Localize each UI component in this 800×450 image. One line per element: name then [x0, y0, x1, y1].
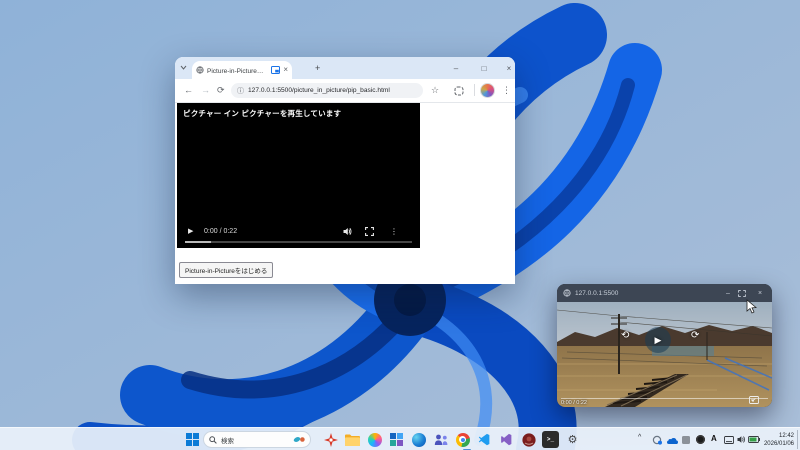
tab-search-chevron-icon[interactable]	[180, 65, 187, 70]
search-icon	[209, 436, 217, 444]
start-pip-button[interactable]: Picture-in-Pictureをはじめる	[179, 262, 273, 278]
clock-date: 2026/01/06	[764, 440, 794, 448]
recorder-tray-icon[interactable]	[696, 435, 705, 444]
mouse-cursor	[746, 299, 757, 314]
chrome-icon[interactable]	[454, 431, 471, 448]
visual-studio-icon[interactable]	[498, 431, 515, 448]
app-square-tray-icon[interactable]	[682, 436, 690, 444]
reload-button[interactable]: ⟳	[217, 86, 225, 95]
volume-tray-icon[interactable]	[737, 435, 746, 444]
pip-play-icon: ▶	[655, 336, 662, 345]
search-highlight-icon	[293, 435, 305, 444]
pip-window[interactable]: 127.0.0.1:5500 – ×	[557, 284, 772, 407]
pip-indicator-icon	[271, 66, 280, 74]
desktop: Picture-in-Picture（基本） × + – □ × ← → ⟳ ⓘ…	[0, 0, 800, 450]
photos-mosaic-icon[interactable]	[388, 431, 405, 448]
start-button[interactable]	[184, 431, 201, 448]
copilot-icon[interactable]	[366, 431, 383, 448]
video-overlay-text: ピクチャー イン ピクチャーを再生しています	[183, 108, 341, 119]
video-more-icon[interactable]: ⋮	[390, 228, 398, 236]
window-minimize-button[interactable]: –	[449, 61, 463, 75]
tab-title: Picture-in-Picture（基本）	[207, 65, 268, 75]
edge-icon[interactable]	[410, 431, 427, 448]
rad-studio-icon[interactable]	[520, 431, 537, 448]
bookmark-star-icon[interactable]: ☆	[431, 86, 439, 95]
update-tray-icon[interactable]	[652, 435, 662, 445]
search-label: 検索	[221, 435, 289, 445]
taskbar-search-box[interactable]: 検索	[203, 431, 311, 448]
forward-button: →	[201, 86, 210, 95]
file-explorer-icon[interactable]	[344, 431, 361, 448]
toolbar-divider	[474, 84, 475, 96]
taskbar: 検索	[0, 427, 800, 450]
pip-time: 0:00 / 0:22	[561, 400, 587, 406]
ime-indicator[interactable]: A	[711, 434, 717, 443]
taskbar-clock[interactable]: 12:42 2026/01/06	[764, 432, 794, 448]
pip-play-button[interactable]: ▶	[645, 327, 671, 353]
settings-gear-icon[interactable]: ⚙	[564, 431, 581, 448]
tab-favicon-globe-icon	[196, 66, 204, 74]
pip-expand-icon[interactable]	[738, 290, 750, 297]
tab-strip: Picture-in-Picture（基本） × + – □ ×	[175, 57, 515, 79]
pip-progress-bar[interactable]	[561, 398, 768, 399]
video-buffered-segment	[185, 241, 211, 243]
pip-back-to-tab-icon[interactable]	[749, 396, 759, 404]
vscode-icon[interactable]	[476, 431, 493, 448]
pip-titlebar[interactable]: 127.0.0.1:5500 – ×	[557, 284, 772, 302]
tray-expand-chevron[interactable]: ^	[638, 434, 641, 441]
video-player[interactable]: ピクチャー イン ピクチャーを再生しています ▶ 0:00 / 0:22 ⋮	[177, 103, 420, 248]
active-tab[interactable]: Picture-in-Picture（基本） ×	[192, 61, 292, 79]
pip-title: 127.0.0.1:5500	[575, 290, 718, 297]
touch-keyboard-icon[interactable]	[724, 436, 734, 444]
onedrive-icon[interactable]	[666, 436, 678, 444]
video-play-icon[interactable]: ▶	[188, 228, 193, 235]
browser-menu-icon[interactable]: ⋮	[502, 86, 511, 95]
video-time: 0:00 / 0:22	[204, 228, 237, 235]
window-close-button[interactable]: ×	[502, 61, 516, 75]
pinwheel-app-icon[interactable]	[322, 431, 339, 448]
site-info-icon[interactable]: ⓘ	[237, 86, 244, 96]
teams-icon[interactable]	[432, 431, 449, 448]
back-button[interactable]: ←	[184, 86, 193, 95]
pip-globe-icon	[563, 289, 571, 297]
battery-icon[interactable]	[748, 436, 760, 443]
pip-video-frame[interactable]	[557, 302, 772, 407]
pip-minimize-button[interactable]: –	[722, 290, 734, 297]
clock-time: 12:42	[764, 432, 794, 440]
url-text: 127.0.0.1:5500/picture_in_picture/pip_ba…	[248, 87, 390, 94]
profile-avatar[interactable]	[480, 83, 495, 98]
tab-close-icon[interactable]: ×	[283, 66, 288, 74]
pip-replay-icon[interactable]: ⟲	[621, 331, 629, 341]
video-volume-icon[interactable]	[343, 227, 352, 236]
new-tab-button[interactable]: +	[315, 63, 320, 73]
pip-forward-icon[interactable]: ⟳	[691, 331, 699, 341]
address-bar[interactable]: ⓘ 127.0.0.1:5500/picture_in_picture/pip_…	[231, 83, 423, 98]
browser-window: Picture-in-Picture（基本） × + – □ × ← → ⟳ ⓘ…	[175, 57, 515, 284]
browser-extensions-icon[interactable]	[454, 86, 464, 96]
pip-close-button[interactable]: ×	[754, 290, 766, 297]
video-progress-bar[interactable]	[185, 241, 412, 243]
terminal-glyph: >_	[547, 436, 554, 443]
window-maximize-button[interactable]: □	[477, 61, 491, 75]
video-fullscreen-icon[interactable]	[365, 227, 374, 236]
terminal-icon[interactable]: >_	[542, 431, 559, 448]
